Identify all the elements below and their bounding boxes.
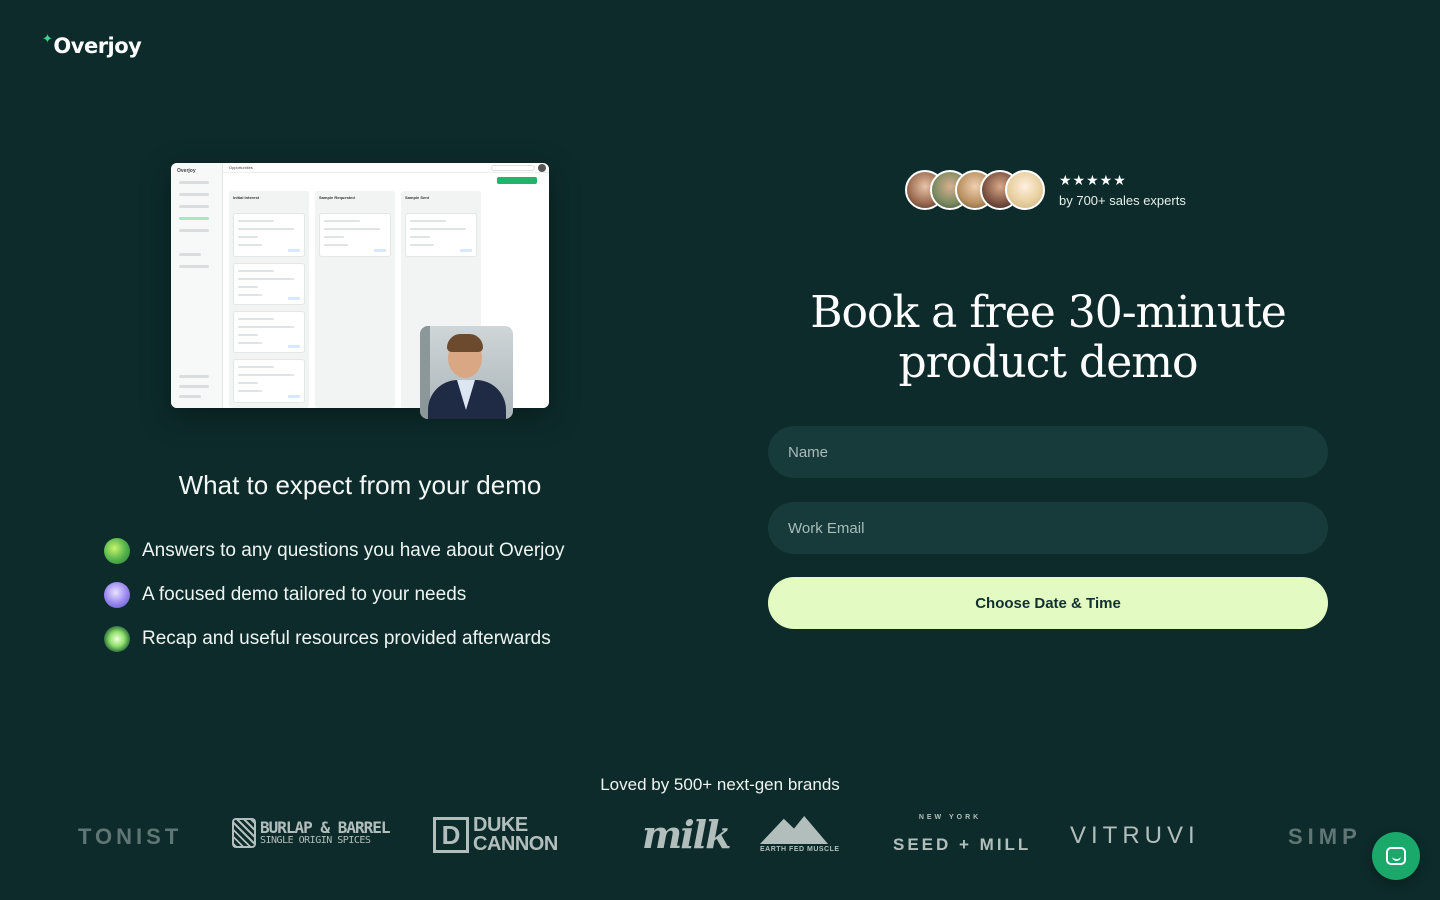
earth-fed-muscle-logo: EARTH FED MUSCLE: [760, 816, 840, 853]
rating-text: by 700+ sales experts: [1059, 193, 1186, 208]
preview-toolbar: [229, 177, 537, 185]
preview-avatar: [538, 164, 546, 172]
green-sphere-icon: [104, 538, 130, 564]
preview-column: Sample Requested: [315, 191, 395, 408]
name-input[interactable]: [768, 426, 1328, 478]
chat-bubble-icon: [1386, 847, 1406, 865]
seed-mill-text: SEED + MILL: [893, 835, 1032, 854]
preview-card: [233, 359, 305, 403]
preview-column-title: Sample Sent: [405, 195, 430, 200]
list-item-text: Recap and useful resources provided afte…: [142, 628, 551, 649]
milk-logo: milk: [642, 812, 731, 857]
preview-brand: Overjoy: [177, 168, 196, 174]
headline-line-2: product demo: [898, 337, 1199, 388]
duke-cannon-logo: D DUKE CANNON: [433, 815, 558, 855]
green-burst-icon: [104, 626, 130, 652]
preview-card: [233, 311, 305, 353]
rating: ★★★★★ by 700+ sales experts: [1059, 172, 1186, 208]
preview-card: [319, 213, 391, 257]
mountain-icon: [760, 816, 828, 844]
burlap-name: BURLAP & BARREL: [260, 817, 390, 837]
work-email-input[interactable]: [768, 502, 1328, 554]
earth-fed-muscle-text: EARTH FED MUSCLE: [760, 846, 840, 853]
preview-new-button: [497, 177, 537, 184]
tonist-logo: TONIST: [78, 824, 183, 849]
preview-search: [491, 165, 535, 171]
presenter-photo: [420, 326, 513, 419]
seed-mill-logo: NEW YORK SEED + MILL: [893, 814, 1032, 855]
sparkle-icon: ✦: [42, 32, 53, 47]
preview-card: [233, 213, 305, 257]
chat-launcher-button[interactable]: [1372, 832, 1420, 880]
brands-title: Loved by 500+ next-gen brands: [600, 775, 840, 794]
logo-text: Overjoy: [53, 34, 142, 58]
list-item-text: A focused demo tailored to your needs: [142, 584, 467, 605]
list-item: Recap and useful resources provided afte…: [104, 624, 564, 654]
headline-line-1: Book a free 30-minute: [810, 287, 1287, 338]
expect-list: Answers to any questions you have about …: [104, 536, 564, 668]
star-rating-icon: ★★★★★: [1059, 172, 1127, 188]
overjoy-logo[interactable]: ✦ Overjoy: [42, 32, 142, 58]
list-item: Answers to any questions you have about …: [104, 536, 564, 566]
burlap-barrel-logo: BURLAP & BARREL SINGLE ORIGIN SPICES: [232, 818, 390, 848]
burlap-tagline: SINGLE ORIGIN SPICES: [260, 834, 371, 846]
expert-avatars: [905, 170, 1045, 210]
simp-logo: SIMP: [1288, 824, 1362, 849]
purple-gem-icon: [104, 582, 130, 608]
preview-column-title: Sample Requested: [319, 195, 355, 200]
preview-breadcrumb: Opportunities: [229, 165, 253, 170]
preview-card: [405, 213, 477, 257]
burlap-mark-icon: [232, 818, 256, 848]
brand-logos: TONIST BURLAP & BARREL SINGLE ORIGIN SPI…: [0, 812, 1440, 862]
vitruvi-logo: VITRUVI: [1070, 822, 1200, 849]
list-item-text: Answers to any questions you have about …: [142, 540, 565, 561]
preview-column-title: Initial Interest: [233, 195, 260, 200]
preview-topbar: Opportunities: [223, 163, 549, 173]
seed-mill-city: NEW YORK: [918, 814, 982, 821]
cannon-word: CANNON: [473, 833, 558, 855]
duke-d-icon: D: [433, 817, 469, 853]
preview-card: [233, 263, 305, 305]
avatar: [1005, 170, 1045, 210]
preview-sidebar: Overjoy: [171, 163, 223, 408]
expect-title: What to expect from your demo: [178, 470, 542, 500]
preview-column: Initial Interest: [229, 191, 309, 408]
choose-date-time-button[interactable]: Choose Date & Time: [768, 577, 1328, 629]
page-title: Book a free 30-minute product demo: [768, 288, 1328, 388]
list-item: A focused demo tailored to your needs: [104, 580, 564, 610]
